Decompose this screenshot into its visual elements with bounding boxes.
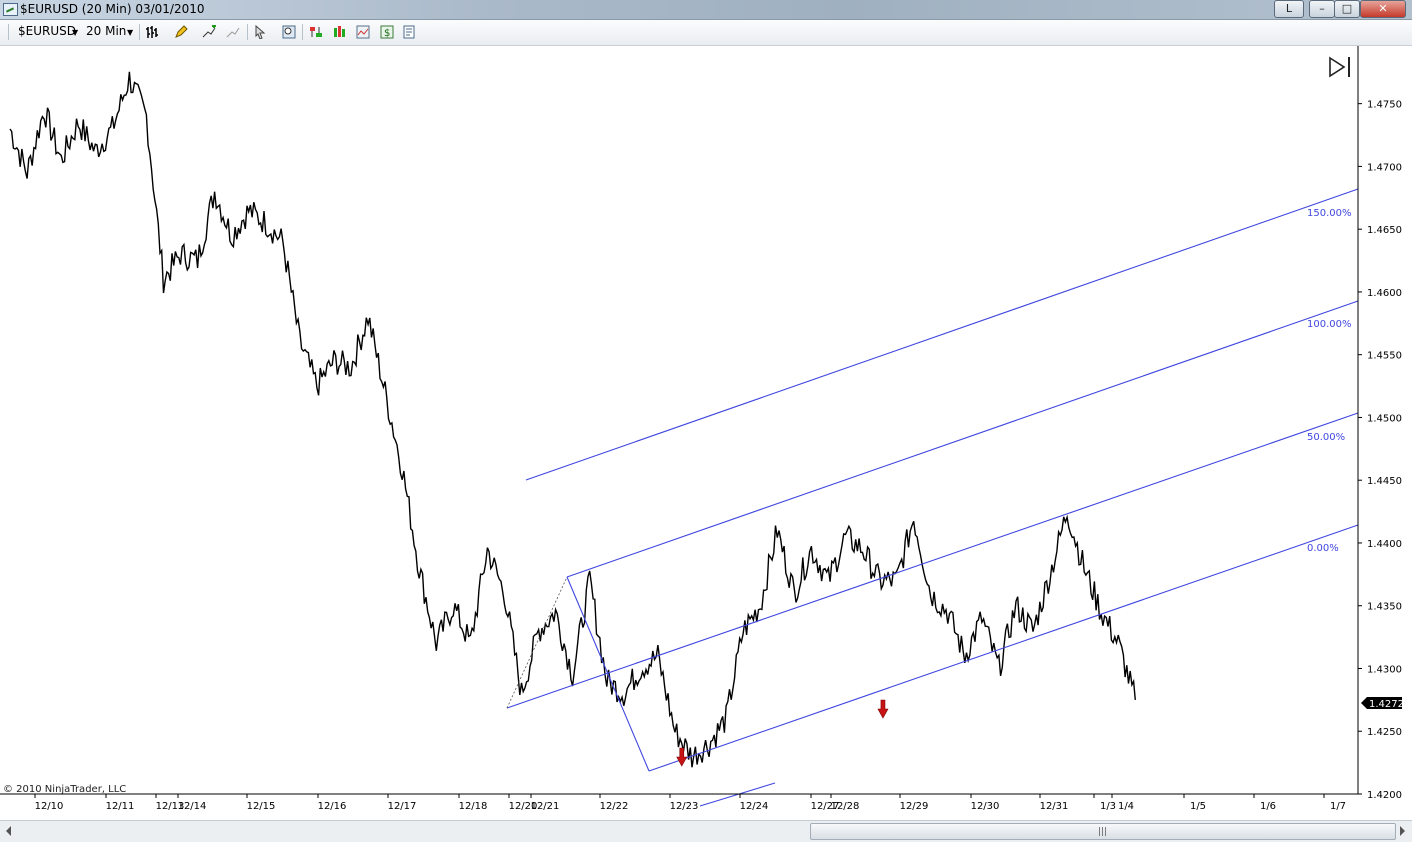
andrews-pitchfork[interactable]: 150.00% 100.00% 50.00% 0.00% xyxy=(506,188,1359,807)
pitchfork-line xyxy=(566,576,650,772)
pitchfork-line xyxy=(566,300,1359,578)
price-tick-label: 1.4350 xyxy=(1367,602,1402,613)
remove-indicator-icon[interactable] xyxy=(226,25,240,39)
svg-text:$: $ xyxy=(384,28,390,39)
price-tick-label: 1.4600 xyxy=(1367,288,1402,299)
time-tick-label: 12/23 xyxy=(670,801,699,812)
scroll-left-icon[interactable] xyxy=(6,826,11,836)
pitchfork-level-label: 150.00% xyxy=(1307,208,1352,219)
time-tick-label: 12/18 xyxy=(459,801,488,812)
time-tick-label: 12/22 xyxy=(600,801,629,812)
toolbar-separator xyxy=(302,24,303,40)
time-tick-label: 1/5 xyxy=(1190,801,1206,812)
copyright-text: © 2010 NinjaTrader, LLC xyxy=(3,784,126,795)
price-tick-label: 1.4700 xyxy=(1367,162,1402,173)
time-tick-label: 12/11 xyxy=(106,801,135,812)
price-series xyxy=(9,71,1136,768)
price-tick-label: 1.4250 xyxy=(1367,727,1402,738)
interval-dropdown-icon[interactable]: ▼ xyxy=(127,28,133,37)
time-tick-label: 12/30 xyxy=(971,801,1000,812)
close-button[interactable]: ✕ xyxy=(1360,0,1406,18)
last-price-marker: 1.4272 xyxy=(1361,697,1404,710)
price-tick-label: 1.4650 xyxy=(1367,225,1402,236)
price-tick-label: 1.4750 xyxy=(1367,100,1402,111)
time-tick-label: 12/10 xyxy=(35,801,64,812)
pitchfork-level-label: 50.00% xyxy=(1307,432,1345,443)
time-tick-label: 1/7 xyxy=(1330,801,1346,812)
pitchfork-line xyxy=(506,412,1359,709)
dollar-icon[interactable]: $ xyxy=(380,25,394,39)
layout-button[interactable]: L xyxy=(1274,0,1304,18)
last-price-label: 1.4272 xyxy=(1369,699,1404,710)
snapshot-icon[interactable] xyxy=(356,25,370,39)
sell-arrow-icon xyxy=(877,699,889,719)
pitchfork-level-label: 0.00% xyxy=(1307,543,1339,554)
price-tick-label: 1.4300 xyxy=(1367,664,1402,675)
time-tick-label: 12/24 xyxy=(740,801,769,812)
price-tick-label: 1.4500 xyxy=(1367,413,1402,424)
time-tick-label: 12/14 xyxy=(178,801,207,812)
time-axis: 12/10 12/11 12/1312/14 12/15 12/16 12/17 12/18… xyxy=(0,793,1358,812)
time-tick-label: 12/16 xyxy=(318,801,347,812)
minimize-button[interactable]: – xyxy=(1309,0,1335,18)
horizontal-scrollbar[interactable]: ||| xyxy=(0,820,1412,842)
time-tick-label: 1/4 xyxy=(1118,801,1134,812)
time-tick-label: 1/3 xyxy=(1100,801,1116,812)
chart-trader-icon[interactable] xyxy=(333,25,347,39)
time-tick-label: 12/31 xyxy=(1040,801,1069,812)
maximize-button[interactable]: □ xyxy=(1334,0,1360,18)
pitchfork-line xyxy=(525,188,1359,481)
price-chart[interactable]: 150.00%100.00%50.00%0.00% 1.42001.42501.… xyxy=(0,46,1412,820)
price-tick-label: 1.4550 xyxy=(1367,351,1402,362)
pitchfork-anchor-line xyxy=(506,576,568,709)
strategy-icon[interactable] xyxy=(309,25,323,39)
instrument-dropdown-icon[interactable]: ▼ xyxy=(72,28,78,37)
window-titlebar: $EURUSD (20 Min) 03/01/2010 L – □ ✕ xyxy=(0,0,1412,20)
window-title: $EURUSD (20 Min) 03/01/2010 xyxy=(20,2,205,16)
toolbar-grip xyxy=(8,24,9,40)
price-tick-label: 1.4200 xyxy=(1367,790,1402,801)
sell-arrow-icon xyxy=(676,747,688,767)
cursor-icon[interactable] xyxy=(254,25,268,39)
time-tick-label: 12/15 xyxy=(247,801,276,812)
interval-selector[interactable]: 20 Min xyxy=(86,24,126,38)
scroll-to-end-button[interactable] xyxy=(1329,56,1350,78)
instrument-selector[interactable]: $EURUSD xyxy=(18,24,76,38)
zoom-icon[interactable] xyxy=(282,25,296,39)
scroll-right-icon[interactable] xyxy=(1400,826,1405,836)
price-tick-label: 1.4450 xyxy=(1367,476,1402,487)
properties-icon[interactable] xyxy=(402,25,416,39)
time-tick-label: 12/21 xyxy=(531,801,560,812)
toolbar-separator xyxy=(247,24,248,40)
bar-type-icon[interactable] xyxy=(146,25,160,39)
pitchfork-line xyxy=(648,524,1359,772)
plot-area xyxy=(9,71,1136,768)
pitchfork-level-label: 100.00% xyxy=(1307,319,1352,330)
chart-app-icon xyxy=(3,3,18,16)
time-tick-label: 1/6 xyxy=(1260,801,1276,812)
time-tick-label: 12/29 xyxy=(900,801,929,812)
grip-icon: ||| xyxy=(1098,827,1108,837)
chart-toolbar: $EURUSD ▼ 20 Min ▼ $ xyxy=(0,20,1412,46)
toolbar-separator xyxy=(139,24,140,40)
time-tick-label: 12/28 xyxy=(831,801,860,812)
price-tick-label: 1.4400 xyxy=(1367,539,1402,550)
time-tick-label: 12/17 xyxy=(388,801,417,812)
add-indicator-icon[interactable] xyxy=(202,25,216,39)
scrollbar-thumb[interactable]: ||| xyxy=(810,823,1396,840)
drawing-pencil-icon[interactable] xyxy=(174,25,188,39)
price-axis: 1.4200 1.4250 1.4300 1.4350 1.4400 1.4450 1.45… xyxy=(1357,46,1402,801)
